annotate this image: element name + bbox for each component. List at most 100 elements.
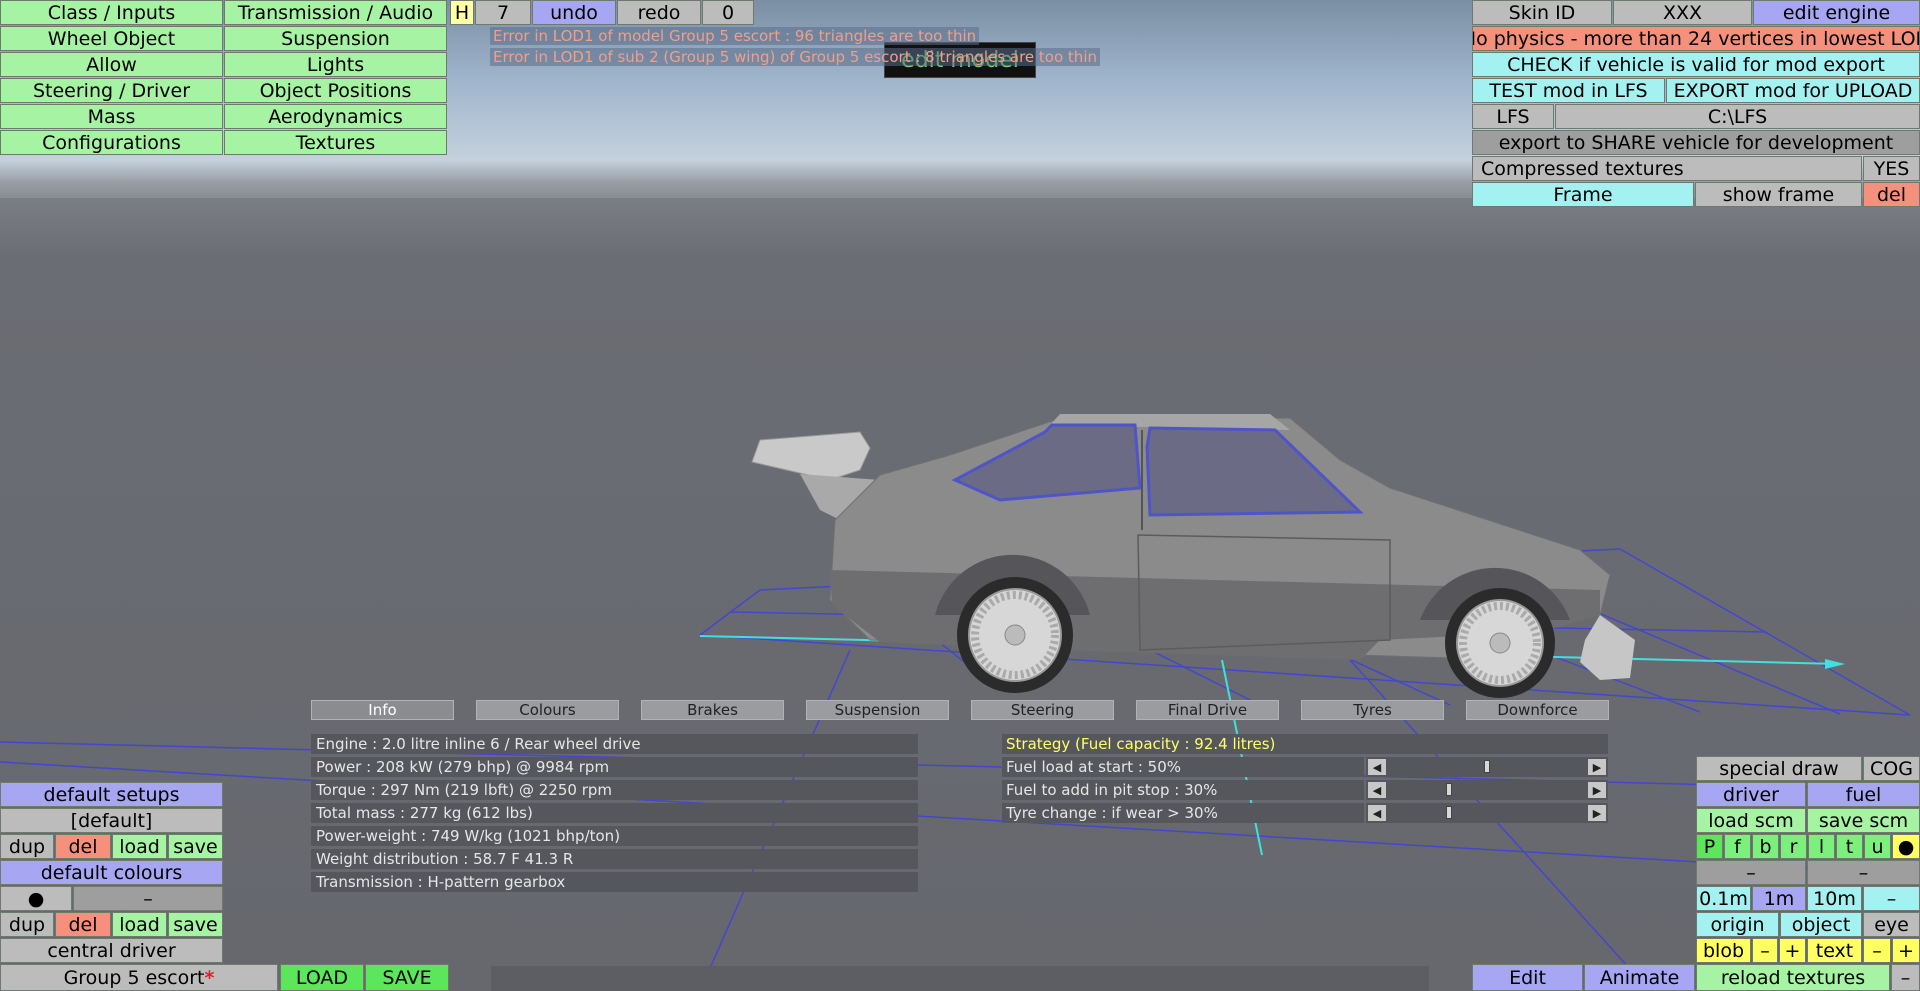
menu-object-positions[interactable]: Object Positions: [224, 78, 447, 103]
blob-plus-button[interactable]: +: [1779, 938, 1806, 963]
toggle-l[interactable]: l: [1808, 834, 1835, 859]
colour-dot-button[interactable]: ●: [0, 886, 72, 911]
fuel-button[interactable]: fuel: [1807, 782, 1920, 807]
reload-textures-button[interactable]: reload textures: [1696, 964, 1890, 991]
info-transmission: Transmission : H-pattern gearbox: [311, 872, 918, 892]
show-frame-button[interactable]: show frame: [1695, 182, 1862, 207]
menu-suspension[interactable]: Suspension: [224, 26, 447, 51]
load-scm-button[interactable]: load scm: [1696, 808, 1806, 833]
fuel-pit-slider[interactable]: ◀ ▶: [1366, 780, 1608, 800]
toggle-u[interactable]: u: [1864, 834, 1891, 859]
vehicle-name-field[interactable]: Group 5 escort *: [0, 964, 278, 991]
lod-level-button[interactable]: 7: [475, 0, 531, 25]
slider-thumb[interactable]: [1484, 760, 1490, 773]
blob-minus-button[interactable]: –: [1752, 938, 1778, 963]
setup-dup-button[interactable]: dup: [0, 834, 54, 859]
redo-button[interactable]: redo: [617, 0, 701, 25]
tab-suspension[interactable]: Suspension: [806, 700, 949, 720]
tab-info[interactable]: Info: [311, 700, 454, 720]
text-plus-button[interactable]: +: [1892, 938, 1920, 963]
grid-dash-button[interactable]: –: [1863, 886, 1920, 911]
toggle-p[interactable]: P: [1696, 834, 1723, 859]
test-mod-button[interactable]: TEST mod in LFS: [1472, 78, 1665, 103]
edit-engine-button[interactable]: edit engine: [1753, 0, 1920, 25]
toggle-b[interactable]: b: [1752, 834, 1779, 859]
save-scm-button[interactable]: save scm: [1807, 808, 1920, 833]
text-button[interactable]: text: [1807, 938, 1862, 963]
text-minus-button[interactable]: –: [1863, 938, 1891, 963]
central-driver-button[interactable]: central driver: [0, 938, 223, 963]
car-model[interactable]: [751, 414, 1635, 698]
frame-button[interactable]: Frame: [1472, 182, 1694, 207]
undo-button[interactable]: undo: [532, 0, 616, 25]
tab-final-drive[interactable]: Final Drive: [1136, 700, 1279, 720]
grid-10m-button[interactable]: 10m: [1807, 886, 1862, 911]
tab-colours[interactable]: Colours: [476, 700, 619, 720]
slider-left-arrow[interactable]: ◀: [1368, 805, 1386, 821]
animate-mode-button[interactable]: Animate: [1584, 964, 1695, 991]
h-button[interactable]: H: [450, 0, 474, 25]
edit-mode-button[interactable]: Edit: [1472, 964, 1583, 991]
setup-del-button[interactable]: del: [55, 834, 111, 859]
driver-button[interactable]: driver: [1696, 782, 1806, 807]
special-draw-button[interactable]: special draw: [1696, 756, 1862, 781]
export-share-button[interactable]: export to SHARE vehicle for development: [1472, 130, 1920, 155]
menu-transmission-audio[interactable]: Transmission / Audio: [224, 0, 447, 25]
tab-steering[interactable]: Steering: [971, 700, 1114, 720]
check-valid-button[interactable]: CHECK if vehicle is valid for mod export: [1472, 52, 1920, 77]
slider-right-arrow[interactable]: ▶: [1588, 782, 1606, 798]
colour-load-button[interactable]: load: [112, 912, 167, 937]
colour-del-button[interactable]: del: [55, 912, 111, 937]
cog-button[interactable]: COG: [1863, 756, 1920, 781]
colour-select[interactable]: –: [73, 886, 223, 911]
menu-steering-driver[interactable]: Steering / Driver: [0, 78, 223, 103]
command-bar[interactable]: [491, 966, 1429, 991]
compressed-textures-toggle[interactable]: YES: [1863, 156, 1920, 181]
toggle-t[interactable]: t: [1836, 834, 1863, 859]
vehicle-load-button[interactable]: LOAD: [280, 964, 364, 991]
origin-button[interactable]: origin: [1696, 912, 1779, 937]
setup-load-button[interactable]: load: [112, 834, 167, 859]
tyre-change-slider[interactable]: ◀ ▶: [1366, 803, 1608, 823]
menu-class-inputs[interactable]: Class / Inputs: [0, 0, 223, 25]
slider-right-arrow[interactable]: ▶: [1588, 759, 1606, 775]
blob-button[interactable]: blob: [1696, 938, 1751, 963]
menu-allow[interactable]: Allow: [0, 52, 223, 77]
menu-lights[interactable]: Lights: [224, 52, 447, 77]
lfs-path[interactable]: C:\LFS: [1555, 104, 1920, 129]
frame-del-button[interactable]: del: [1863, 182, 1920, 207]
menu-aerodynamics[interactable]: Aerodynamics: [224, 104, 447, 129]
reload-dash-button[interactable]: –: [1891, 964, 1920, 991]
slider-thumb[interactable]: [1446, 783, 1453, 796]
menu-wheel-object[interactable]: Wheel Object: [0, 26, 223, 51]
slider-right-arrow[interactable]: ▶: [1588, 805, 1606, 821]
grid-0.1m-button[interactable]: 0.1m: [1696, 886, 1751, 911]
skin-id-value[interactable]: XXX: [1613, 0, 1752, 25]
setup-save-button[interactable]: save: [168, 834, 223, 859]
vehicle-save-button[interactable]: SAVE: [365, 964, 449, 991]
menu-mass[interactable]: Mass: [0, 104, 223, 129]
object-button[interactable]: object: [1780, 912, 1862, 937]
tab-tyres[interactable]: Tyres: [1301, 700, 1444, 720]
eye-button[interactable]: eye: [1863, 912, 1920, 937]
colour-save-button[interactable]: save: [168, 912, 223, 937]
slider-left-arrow[interactable]: ◀: [1368, 759, 1386, 775]
tab-downforce[interactable]: Downforce: [1466, 700, 1609, 720]
slider-left-arrow[interactable]: ◀: [1368, 782, 1386, 798]
select-dash-left[interactable]: –: [1696, 860, 1806, 885]
fuel-load-slider[interactable]: ◀ ▶: [1366, 757, 1608, 777]
export-mod-button[interactable]: EXPORT mod for UPLOAD: [1666, 78, 1920, 103]
slider-thumb[interactable]: [1446, 806, 1453, 819]
default-colours-button[interactable]: default colours: [0, 860, 223, 885]
default-setups-button[interactable]: default setups: [0, 782, 223, 807]
menu-textures[interactable]: Textures: [224, 130, 447, 155]
menu-configurations[interactable]: Configurations: [0, 130, 223, 155]
setup-select[interactable]: [default]: [0, 808, 223, 833]
select-dash-right[interactable]: –: [1807, 860, 1920, 885]
tab-brakes[interactable]: Brakes: [641, 700, 784, 720]
toggle-r[interactable]: r: [1780, 834, 1807, 859]
grid-1m-button[interactable]: 1m: [1752, 886, 1806, 911]
colour-dup-button[interactable]: dup: [0, 912, 54, 937]
toggle-f[interactable]: f: [1724, 834, 1751, 859]
toggle-dot[interactable]: ●: [1892, 834, 1920, 859]
